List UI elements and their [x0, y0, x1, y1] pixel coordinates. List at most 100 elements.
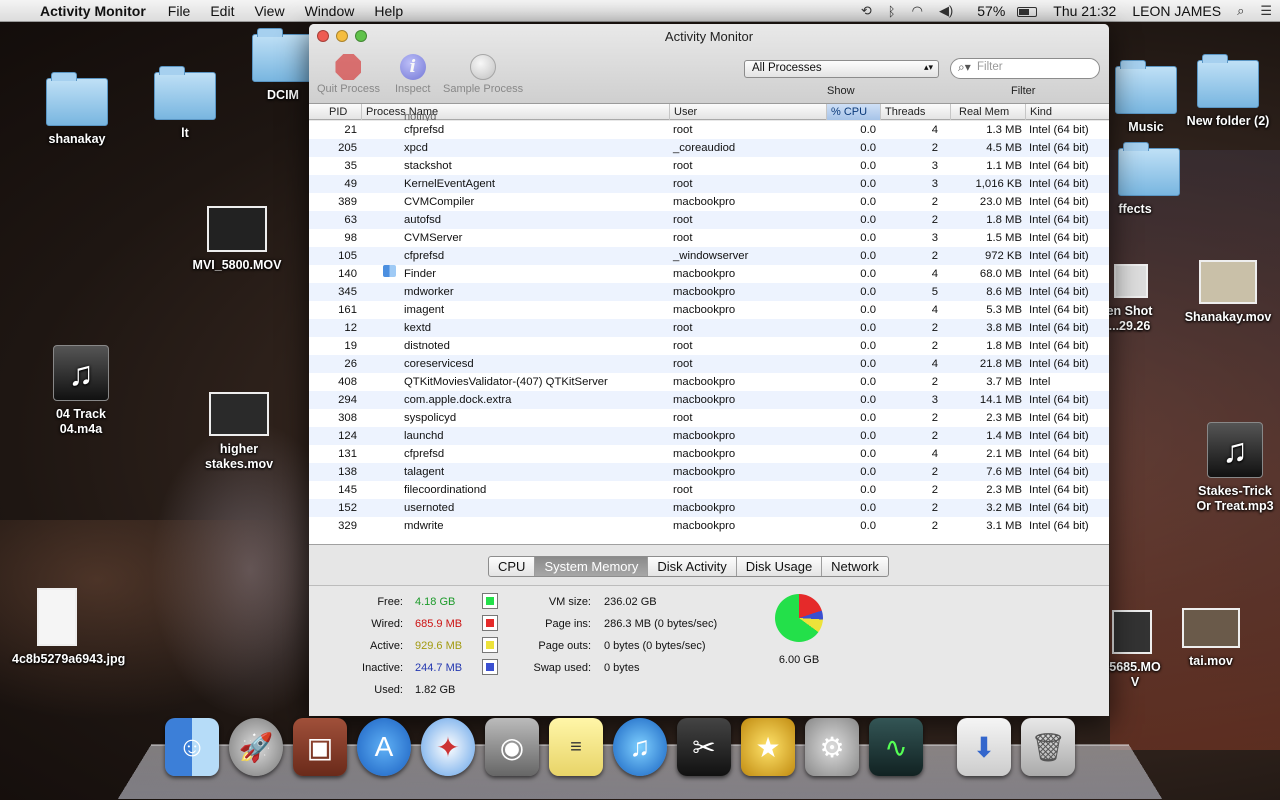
cell-threads: 3: [931, 160, 938, 172]
table-row[interactable]: 389 CVMCompiler macbookpro 0.0 2 23.0 MB Intel…: [309, 193, 1109, 211]
table-row[interactable]: 138 talagent macbookpro 0.0 2 7.6 MB Intel (64…: [309, 463, 1109, 481]
desktop-file-stakes-mp3[interactable]: ♫ Stakes-Trick Or Treat.mp3: [1190, 422, 1280, 514]
cell-pid: 35: [344, 160, 357, 172]
table-row[interactable]: 131 cfprefsd macbookpro 0.0 4 2.1 MB Intel (64…: [309, 445, 1109, 463]
show-processes-select[interactable]: All Processes ▴▾: [744, 60, 939, 78]
cell-pid: 389: [338, 196, 357, 208]
desktop-folder-lt[interactable]: lt: [140, 66, 230, 141]
table-row[interactable]: 12 kextd root 0.0 2 3.8 MB Intel (64 bit): [309, 319, 1109, 337]
menu-file[interactable]: File: [158, 3, 201, 19]
cell-real-mem: 3.1 MB: [986, 520, 1022, 532]
table-row[interactable]: 408 QTKitMoviesValidator-(407) QTKitServe…: [309, 373, 1109, 391]
finder-icon[interactable]: ☺: [165, 718, 219, 776]
facetime-icon[interactable]: ◉: [485, 718, 539, 776]
table-row[interactable]: 105 cfprefsd _windowserver 0.0 2 972 KB Intel …: [309, 247, 1109, 265]
cell-user: root: [673, 214, 693, 226]
cell-kind: Intel (64 bit): [1029, 196, 1089, 208]
menu-view[interactable]: View: [244, 3, 294, 19]
app-store-icon[interactable]: A: [357, 718, 411, 776]
tab-disk-usage[interactable]: Disk Usage: [735, 557, 821, 576]
table-row[interactable]: 205 xpcd _coreaudiod 0.0 2 4.5 MB Intel (64 bi…: [309, 139, 1109, 157]
trash-icon[interactable]: 🗑: [1021, 718, 1075, 776]
inspect-button[interactable]: i Inspect: [395, 54, 430, 95]
table-row[interactable]: 145 filecoordinationd root 0.0 2 2.3 MB Intel …: [309, 481, 1109, 499]
column-cpu[interactable]: % CPU ▼: [826, 104, 880, 134]
cell-cpu: 0.0: [860, 322, 876, 334]
system-preferences-icon[interactable]: ⚙: [805, 718, 859, 776]
menu-app-name[interactable]: Activity Monitor: [34, 3, 158, 19]
cell-threads: 5: [931, 286, 938, 298]
spotlight-icon[interactable]: ⌕: [1229, 3, 1252, 19]
desktop-file-higher-stakes[interactable]: higher stakes.mov: [194, 392, 284, 472]
tab-system-memory[interactable]: System Memory: [534, 557, 648, 576]
wifi-icon[interactable]: ◠: [904, 3, 931, 19]
cell-kind: Intel (64 bit): [1029, 358, 1089, 370]
column-user[interactable]: User: [669, 104, 826, 120]
bluetooth-icon[interactable]: ᛒ: [880, 4, 904, 19]
column-kind[interactable]: Kind: [1025, 104, 1109, 120]
desktop-file-mvi[interactable]: MVI_5800.MOV: [192, 206, 282, 273]
cell-pid: 105: [338, 250, 357, 262]
table-row[interactable]: 345 mdworker macbookpro 0.0 5 8.6 MB Intel (64…: [309, 283, 1109, 301]
filter-search-field[interactable]: ⌕▾ Filter: [950, 58, 1100, 79]
cell-real-mem: 23.0 MB: [979, 196, 1022, 208]
table-row[interactable]: 140 Finder macbookpro 0.0 4 68.0 MB Intel (64 …: [309, 265, 1109, 283]
column-threads[interactable]: Threads: [880, 104, 950, 120]
desktop-file-tai-mov[interactable]: tai.mov: [1166, 608, 1256, 669]
desktop-file-5685-mov[interactable]: 5685.MO V: [1100, 610, 1170, 690]
table-row[interactable]: 308 syspolicyd root 0.0 2 2.3 MB Intel (64 bit…: [309, 409, 1109, 427]
downloads-stack-icon[interactable]: ⬇: [957, 718, 1011, 776]
menu-user[interactable]: LEON JAMES: [1124, 3, 1229, 19]
photo-booth-icon[interactable]: ▣: [293, 718, 347, 776]
menu-clock[interactable]: Thu 21:32: [1045, 3, 1124, 19]
table-row[interactable]: 21 cfprefsd root 0.0 4 1.3 MB Intel (64 bit): [309, 121, 1109, 139]
cell-real-mem: 8.6 MB: [986, 286, 1022, 298]
launchpad-icon[interactable]: 🚀: [229, 718, 283, 776]
tab-network[interactable]: Network: [821, 557, 888, 576]
final-cut-icon[interactable]: ✂: [677, 718, 731, 776]
table-row[interactable]: 49 KernelEventAgent root 0.0 3 1,016 KB Intel …: [309, 175, 1109, 193]
menu-window[interactable]: Window: [295, 3, 365, 19]
desktop-folder-shanakay[interactable]: shanakay: [32, 72, 122, 147]
safari-icon[interactable]: ✦: [421, 718, 475, 776]
table-row[interactable]: 161 imagent macbookpro 0.0 4 5.3 MB Intel (64 …: [309, 301, 1109, 319]
desktop-file-jpg[interactable]: 4c8b5279a6943.jpg: [12, 588, 125, 667]
desktop-folder-music[interactable]: Music: [1101, 60, 1191, 135]
folder-icon: [46, 72, 108, 126]
stickies-icon[interactable]: ≡: [549, 718, 603, 776]
column-pid[interactable]: PID: [309, 104, 361, 120]
notification-center-icon[interactable]: ☰: [1252, 3, 1280, 19]
battery-status[interactable]: 57%: [961, 3, 1045, 19]
cell-real-mem: 1.5 MB: [986, 232, 1022, 244]
column-real-mem[interactable]: Real Mem: [950, 104, 1025, 120]
tab-disk-activity[interactable]: Disk Activity: [647, 557, 735, 576]
imovie-icon[interactable]: ★: [741, 718, 795, 776]
cell-real-mem: 14.1 MB: [979, 394, 1022, 406]
quit-process-button[interactable]: Quit Process: [317, 54, 380, 95]
desktop-folder-effects[interactable]: ffects: [1100, 142, 1180, 217]
desktop-file-shanakay-mov[interactable]: Shanakay.mov: [1176, 260, 1280, 325]
cell-user: _coreaudiod: [673, 142, 736, 154]
sample-process-button[interactable]: Sample Process: [443, 54, 523, 95]
cell-cpu: 0.0: [860, 520, 876, 532]
time-machine-icon[interactable]: ⟲: [853, 3, 880, 19]
table-row[interactable]: 63 autofsd root 0.0 2 1.8 MB Intel (64 bit): [309, 211, 1109, 229]
activity-monitor-icon[interactable]: ∿: [869, 718, 923, 776]
menu-edit[interactable]: Edit: [200, 3, 244, 19]
table-row[interactable]: 124 launchd macbookpro 0.0 2 1.4 MB Intel (64 …: [309, 427, 1109, 445]
cell-cpu: 0.0: [860, 196, 876, 208]
itunes-icon[interactable]: ♫: [613, 718, 667, 776]
desktop-folder-new-folder-2[interactable]: New folder (2): [1183, 54, 1273, 129]
table-row[interactable]: 329 mdwrite macbookpro 0.0 2 3.1 MB Intel (64 …: [309, 517, 1109, 535]
table-row[interactable]: 294 com.apple.dock.extra macbookpro 0.0 3 14.…: [309, 391, 1109, 409]
table-row[interactable]: 98 CVMServer root 0.0 3 1.5 MB Intel (64 bit): [309, 229, 1109, 247]
table-row[interactable]: 19 distnoted root 0.0 2 1.8 MB Intel (64 bit): [309, 337, 1109, 355]
table-row[interactable]: 35 stackshot root 0.0 3 1.1 MB Intel (64 bit): [309, 157, 1109, 175]
menu-help[interactable]: Help: [364, 3, 413, 19]
table-row[interactable]: 26 coreservicesd root 0.0 4 21.8 MB Intel (64 …: [309, 355, 1109, 373]
desktop-file-track[interactable]: ♫ 04 Track 04.m4a: [36, 345, 126, 437]
volume-icon[interactable]: ◀): [931, 3, 961, 19]
table-row[interactable]: 152 usernoted macbookpro 0.0 2 3.2 MB Intel (6…: [309, 499, 1109, 517]
cell-threads: 2: [931, 466, 938, 478]
tab-cpu[interactable]: CPU: [489, 557, 534, 576]
